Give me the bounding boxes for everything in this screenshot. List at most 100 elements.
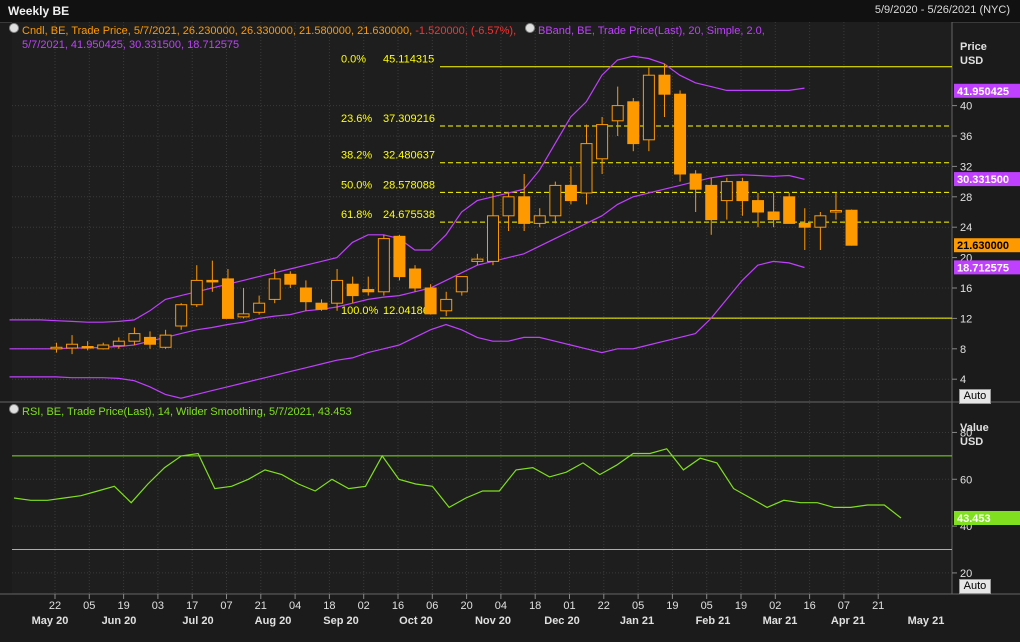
week-tick-label: 02 (358, 600, 370, 612)
fib-level-percent: 38.2% (341, 150, 372, 162)
candle-body (315, 302, 328, 310)
week-tick-label: 07 (838, 600, 850, 612)
bband-legend-values: 5/7/2021, 41.950425, 30.331500, 18.71257… (22, 39, 240, 51)
candle-body (112, 340, 125, 347)
month-label: May 20 (32, 615, 69, 627)
price-tick-label: 8 (960, 344, 966, 356)
candle-body (533, 215, 546, 224)
candle-body (720, 181, 733, 202)
fib-level-value: 32.480637 (383, 150, 435, 162)
price-auto-button[interactable]: Auto (959, 389, 991, 404)
month-label: Apr 21 (831, 615, 865, 627)
week-tick-label: 22 (598, 600, 610, 612)
candle-body (767, 211, 780, 221)
candle-body (752, 200, 765, 213)
week-tick-label: 02 (769, 600, 781, 612)
fib-level-percent: 50.0% (341, 179, 372, 191)
rsi-axis-unit: USD (960, 436, 983, 448)
week-tick-label: 07 (220, 600, 232, 612)
upper-band-tag: 41.950425 (957, 86, 1009, 98)
candle-body (221, 278, 234, 319)
chart-canvas[interactable]: 22 05 19 03 17 07 21 04 18 02 16 06 20 04 18 01 22 05 19 05… (0, 0, 1020, 642)
candle-body (829, 209, 842, 213)
candle-body (362, 289, 375, 293)
chart-window: { "window": { "title": "Weekly BE", "dat… (0, 0, 1020, 642)
week-tick-label: 22 (49, 600, 61, 612)
week-tick-label: 20 (460, 600, 472, 612)
week-tick-label: 16 (803, 600, 815, 612)
candle-legend: Cndl, BE, Trade Price, 5/7/2021, 26.2300… (22, 24, 516, 38)
week-tick-label: 19 (666, 600, 678, 612)
info-icon (9, 404, 19, 414)
mid-band-tag: 30.331500 (957, 174, 1009, 186)
month-label: May 21 (908, 615, 945, 627)
price-tick-label: 4 (960, 374, 966, 386)
rsi-auto-button[interactable]: Auto (959, 579, 991, 594)
candle-body (424, 287, 437, 315)
rsi-axis-title: Value (960, 422, 989, 434)
price-plot-area (12, 22, 952, 402)
candle-body (393, 235, 406, 278)
candle-body (284, 273, 297, 285)
candle-body (783, 196, 796, 224)
candle-body (206, 279, 219, 283)
fib-level-percent: 61.8% (341, 209, 372, 221)
week-tick-label: 21 (872, 600, 884, 612)
candle-body (175, 304, 188, 327)
candle-body (705, 184, 718, 221)
candle-body (346, 283, 359, 297)
fib-level-percent: 100.0% (341, 305, 379, 317)
week-tick-label: 03 (152, 600, 164, 612)
candle-body (596, 124, 609, 160)
week-tick-label: 18 (323, 600, 335, 612)
candle-body (845, 209, 858, 246)
fib-level-percent: 0.0% (341, 54, 366, 66)
month-label: Mar 21 (763, 615, 798, 627)
price-tick-label: 36 (960, 131, 972, 143)
candle-body (97, 344, 110, 350)
candle-body (190, 279, 203, 306)
rsi-value-tag: 43.453 (957, 513, 991, 525)
price-tick-label: 28 (960, 192, 972, 204)
candle-body (627, 101, 640, 145)
candle-body (814, 215, 827, 228)
week-tick-label: 17 (186, 600, 198, 612)
month-label: Jan 21 (620, 615, 654, 627)
candle-body (50, 346, 63, 350)
candle-body (549, 184, 562, 217)
bband-legend-text: BBand, BE, Trade Price(Last), 20, Simple… (538, 25, 765, 37)
candle-body (409, 268, 422, 289)
price-axis-title: Price (960, 41, 987, 53)
candle-body (642, 74, 655, 141)
candle-body (658, 74, 671, 95)
candle-body (377, 238, 390, 293)
candle-body (798, 222, 811, 228)
month-label: Jul 20 (182, 615, 213, 627)
fib-level-value: 28.578088 (383, 179, 435, 191)
candle-legend-values: Cndl, BE, Trade Price, 5/7/2021, 26.2300… (22, 25, 416, 37)
price-axis-unit: USD (960, 55, 983, 67)
month-label: Sep 20 (323, 615, 358, 627)
info-icon (525, 23, 535, 33)
week-tick-label: 05 (632, 600, 644, 612)
price-tick-label: 24 (960, 222, 972, 234)
week-tick-label: 18 (529, 600, 541, 612)
week-tick-label: 05 (83, 600, 95, 612)
rsi-legend: RSI, BE, Trade Price(Last), 14, Wilder S… (22, 406, 352, 418)
candle-body (237, 313, 250, 318)
week-tick-label: 04 (495, 600, 507, 612)
fib-level-value: 45.114315 (383, 54, 434, 66)
candle-body (689, 173, 702, 190)
candle-body (299, 287, 312, 303)
candle-body (331, 279, 344, 304)
candle-body (736, 181, 749, 202)
month-label: Feb 21 (696, 615, 731, 627)
week-tick-label: 19 (735, 600, 747, 612)
lower-band-tag: 18.712575 (957, 262, 1009, 274)
candle-body (580, 143, 593, 194)
week-tick-label: 05 (701, 600, 713, 612)
week-tick-label: 19 (117, 600, 129, 612)
month-label: Dec 20 (544, 615, 579, 627)
bband-legend: BBand, BE, Trade Price(Last), 20, Simple… (538, 24, 765, 38)
candle-body (144, 336, 156, 345)
